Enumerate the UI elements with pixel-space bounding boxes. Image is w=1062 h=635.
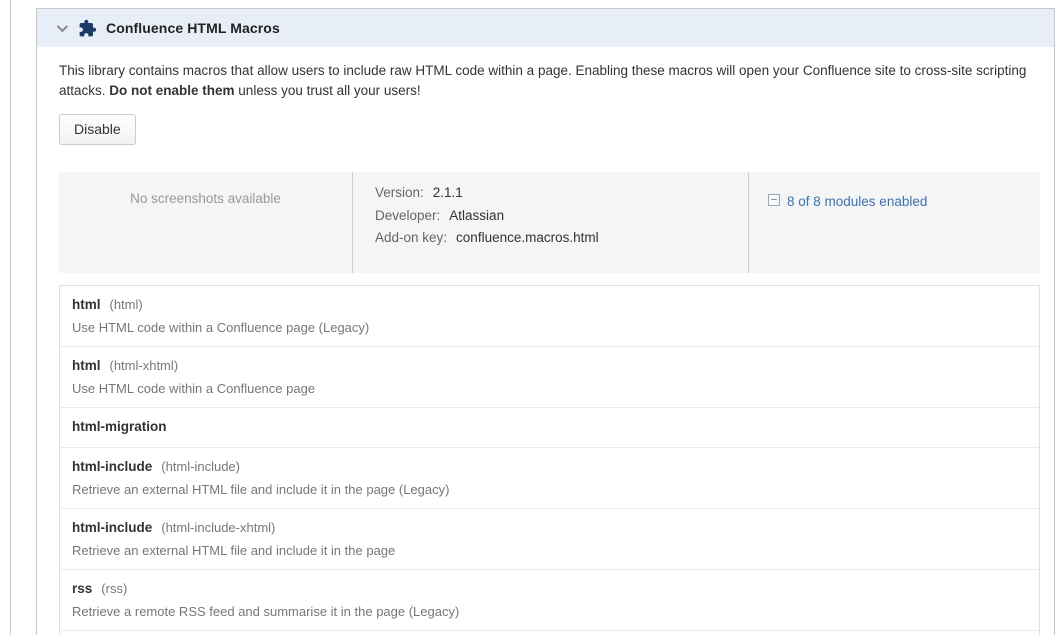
addon-panel-body: This library contains macros that allow … [37, 47, 1054, 635]
developer-value: Atlassian [449, 208, 504, 223]
module-key: (rss) [101, 581, 127, 596]
module-name: html [72, 358, 101, 373]
module-key: (html) [110, 297, 143, 312]
module-description: Retrieve a remote RSS feed and summarise… [72, 604, 1027, 619]
page-left-divider [10, 0, 11, 635]
description-warning-bold: Do not enable them [109, 83, 234, 98]
module-name: rss [72, 581, 92, 596]
module-row-html-xhtml: html (html-xhtml) Use HTML code within a … [60, 346, 1039, 407]
plugin-puzzle-icon [78, 19, 97, 38]
module-row-rss-xhtml: rss(rss-xhtml) [60, 630, 1039, 635]
version-label: Version: [375, 185, 424, 200]
addon-key-field: Add-on key: confluence.macros.html [375, 230, 748, 245]
addon-info-box: No screenshots available Version: 2.1.1 D… [59, 172, 1040, 273]
addon-key-label: Add-on key: [375, 230, 447, 245]
module-row-rss: rss (rss) Retrieve a remote RSS feed and … [60, 569, 1039, 630]
module-name: html [72, 297, 101, 312]
addon-panel: Confluence HTML Macros This library cont… [36, 8, 1055, 635]
version-value: 2.1.1 [433, 185, 463, 200]
module-row-html-migration: html-migration [60, 407, 1039, 447]
modules-enabled-link[interactable]: −8 of 8 modules enabled [768, 194, 927, 209]
modules-enabled-label[interactable]: 8 of 8 modules enabled [787, 194, 927, 209]
addon-title: Confluence HTML Macros [106, 20, 280, 36]
addon-details: Version: 2.1.1 Developer: Atlassian Add-on… [353, 172, 749, 273]
addon-key-value: confluence.macros.html [456, 230, 599, 245]
developer-field: Developer: Atlassian [375, 208, 748, 223]
module-description: Retrieve an external HTML file and inclu… [72, 543, 1027, 558]
disable-button[interactable]: Disable [59, 114, 136, 145]
screenshots-placeholder: No screenshots available [59, 172, 353, 273]
module-description: Retrieve an external HTML file and inclu… [72, 482, 1027, 497]
module-name: html-include [72, 459, 152, 474]
module-key: (html-include) [161, 459, 240, 474]
module-row-html: html (html) Use HTML code within a Conflu… [60, 286, 1039, 346]
addon-description: This library contains macros that allow … [59, 61, 1040, 100]
module-description: Use HTML code within a Confluence page [72, 381, 1027, 396]
modules-summary-section: −8 of 8 modules enabled [749, 172, 1040, 273]
module-description: Use HTML code within a Confluence page (… [72, 320, 1027, 335]
module-row-html-include-xhtml: html-include (html-include-xhtml) Retriev… [60, 508, 1039, 569]
module-name: html-include [72, 520, 152, 535]
module-key: (html-include-xhtml) [161, 520, 275, 535]
description-text-tail: unless you trust all your users! [235, 83, 421, 98]
version-field: Version: 2.1.1 [375, 185, 748, 200]
module-name: html-migration [72, 419, 167, 434]
addon-panel-header[interactable]: Confluence HTML Macros [37, 9, 1054, 47]
module-key: (html-xhtml) [110, 358, 179, 373]
module-list: html (html) Use HTML code within a Conflu… [59, 285, 1040, 635]
developer-label: Developer: [375, 208, 440, 223]
collapse-minus-icon[interactable]: − [768, 194, 780, 206]
chevron-down-icon[interactable] [57, 21, 68, 32]
module-row-html-include: html-include (html-include) Retrieve an e… [60, 447, 1039, 508]
